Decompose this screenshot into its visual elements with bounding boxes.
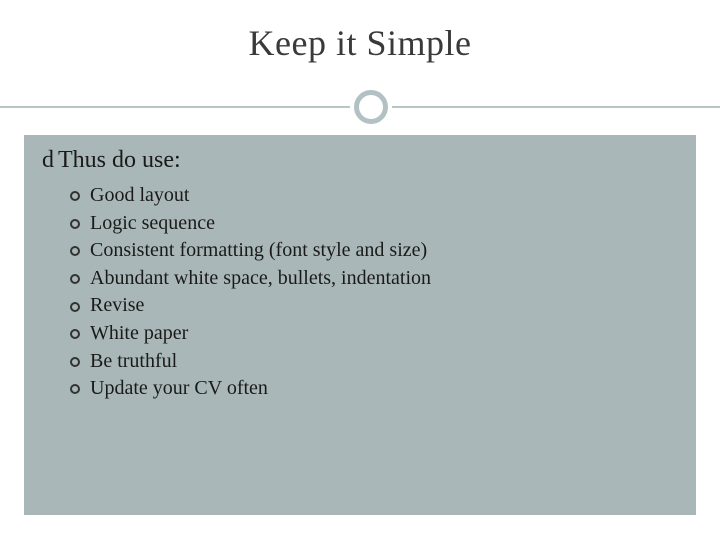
hollow-bullet-icon bbox=[70, 329, 80, 339]
list-item-text: Good layout bbox=[90, 182, 189, 210]
divider-ring-icon bbox=[354, 90, 388, 124]
divider-line-right bbox=[392, 106, 720, 108]
list-item: White paper bbox=[42, 320, 678, 348]
sub-bullet-list: Good layout Logic sequence Consistent fo… bbox=[42, 182, 678, 403]
list-item-text: White paper bbox=[90, 320, 188, 348]
list-item-text: Revise bbox=[90, 292, 144, 320]
list-item-text: Consistent formatting (font style and si… bbox=[90, 237, 427, 265]
content-panel: d Thus do use: Good layout Logic sequenc… bbox=[24, 135, 696, 515]
slide-title: Keep it Simple bbox=[0, 22, 720, 64]
list-item-text: Update your CV often bbox=[90, 375, 268, 403]
list-item-text: Abundant white space, bullets, indentati… bbox=[90, 265, 431, 293]
list-item: Be truthful bbox=[42, 348, 678, 376]
hollow-bullet-icon bbox=[70, 219, 80, 229]
main-bullet: d Thus do use: bbox=[42, 147, 678, 174]
divider-line-left bbox=[0, 106, 350, 108]
hollow-bullet-icon bbox=[70, 384, 80, 394]
hollow-bullet-icon bbox=[70, 246, 80, 256]
swirl-bullet-icon: d bbox=[42, 148, 54, 172]
list-item: Abundant white space, bullets, indentati… bbox=[42, 265, 678, 293]
list-item: Update your CV often bbox=[42, 375, 678, 403]
list-item: Revise bbox=[42, 292, 678, 320]
main-bullet-text: Thus do use: bbox=[58, 147, 181, 174]
hollow-bullet-icon bbox=[70, 191, 80, 201]
list-item-text: Be truthful bbox=[90, 348, 177, 376]
list-item: Logic sequence bbox=[42, 210, 678, 238]
list-item: Good layout bbox=[42, 182, 678, 210]
hollow-bullet-icon bbox=[70, 357, 80, 367]
slide: Keep it Simple d Thus do use: Good layou… bbox=[0, 0, 720, 540]
hollow-bullet-icon bbox=[70, 302, 80, 312]
list-item-text: Logic sequence bbox=[90, 210, 215, 238]
title-divider bbox=[0, 90, 720, 124]
list-item: Consistent formatting (font style and si… bbox=[42, 237, 678, 265]
hollow-bullet-icon bbox=[70, 274, 80, 284]
